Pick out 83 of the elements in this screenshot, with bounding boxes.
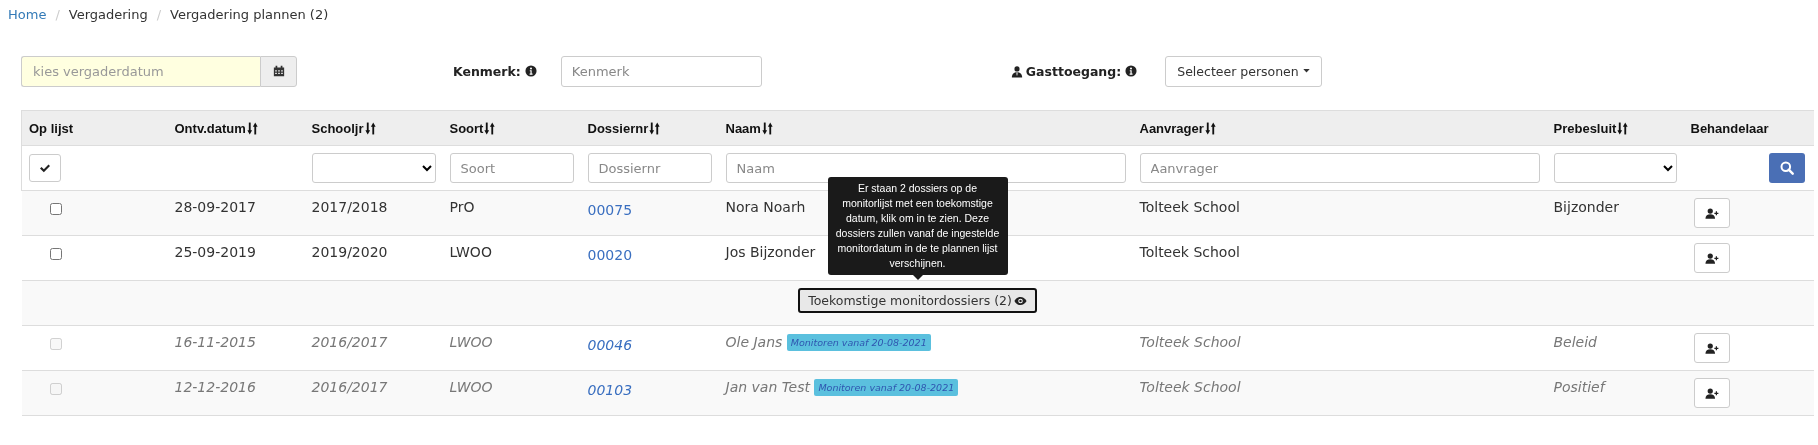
column-header[interactable]: Prebesluit bbox=[1553, 121, 1617, 137]
sort-icon bbox=[364, 122, 376, 136]
column-header[interactable]: Schooljr bbox=[311, 121, 364, 137]
sort-icon bbox=[761, 122, 773, 136]
tooltip: Er staan 2 dossiers op de monitorlijst met een toekomstige datum, klik om in te zien. Deze dossiers zullen vanaf de ingestelde monitordatum in de te plannen lijst verschijnen. bbox=[827, 177, 1008, 275]
sort-icon bbox=[1617, 122, 1629, 136]
table-cell: Jos Bijzonder bbox=[725, 244, 816, 260]
user-plus-icon bbox=[1704, 387, 1719, 399]
table-cell: 25-09-2019 bbox=[174, 244, 256, 260]
info-icon bbox=[524, 65, 537, 77]
table-cell: PrO bbox=[449, 199, 475, 215]
field-label: Gasttoegang: bbox=[1025, 63, 1122, 79]
dossier-link[interactable]: 00020 bbox=[587, 247, 633, 263]
dossier-link[interactable]: 00075 bbox=[587, 202, 633, 218]
table-cell: 12-12-2016 bbox=[174, 379, 256, 395]
field-label: Kenmerk: bbox=[453, 63, 521, 79]
table-cell: 16-11-2015 bbox=[174, 334, 256, 350]
table-cell: 2016/2017 bbox=[311, 334, 388, 350]
info-icon bbox=[1125, 65, 1138, 77]
sort-icon bbox=[649, 122, 661, 136]
column-header[interactable]: Soort bbox=[449, 121, 484, 137]
user-plus-icon bbox=[1704, 252, 1719, 264]
breadcrumb-link[interactable]: Home bbox=[8, 6, 47, 22]
check-all-button[interactable] bbox=[29, 154, 61, 182]
table-cell: Tolteek School bbox=[1139, 199, 1240, 215]
monitor-badge: Monitoren vanaf 20-08-2021 bbox=[814, 379, 959, 396]
column-header[interactable]: Ontv.datum bbox=[174, 121, 246, 137]
check-icon bbox=[39, 163, 51, 173]
breadcrumb-separator: / bbox=[55, 6, 60, 22]
breadcrumb-separator: / bbox=[156, 6, 162, 22]
search-button[interactable] bbox=[1768, 153, 1805, 183]
column-header: Op lijst bbox=[29, 121, 74, 137]
table-cell: Tolteek School bbox=[1139, 244, 1240, 260]
table-cell: Nora Noarh bbox=[725, 199, 806, 215]
user-plus-icon bbox=[1704, 207, 1719, 219]
search-icon bbox=[1779, 161, 1794, 175]
assign-handler-button[interactable] bbox=[1693, 243, 1730, 273]
table-cell: LWOO bbox=[449, 379, 493, 395]
breadcrumb-item: Vergadering plannen (2) bbox=[170, 6, 329, 22]
filter-field[interactable]: Aanvrager bbox=[1139, 153, 1540, 183]
table-cell: Bijzonder bbox=[1553, 199, 1619, 215]
user-icon bbox=[1010, 64, 1023, 78]
user-plus-icon bbox=[1704, 342, 1719, 354]
breadcrumb-item: Vergadering bbox=[68, 6, 148, 22]
future-dossiers-button[interactable]: Toekomstige monitordossiers (2) bbox=[798, 288, 1037, 313]
column-header: Behandelaar bbox=[1690, 121, 1769, 137]
column-header[interactable]: Dossiernr bbox=[587, 121, 649, 137]
dossier-link[interactable]: 00046 bbox=[587, 337, 633, 353]
row-checkbox[interactable] bbox=[49, 203, 62, 215]
row-checkbox[interactable] bbox=[49, 248, 62, 260]
assign-handler-button[interactable] bbox=[1693, 378, 1730, 408]
table-cell: 2019/2020 bbox=[311, 244, 388, 260]
sort-icon bbox=[246, 122, 258, 136]
table-cell: Ole Jans bbox=[725, 334, 783, 350]
monitor-badge: Monitoren vanaf 20-08-2021 bbox=[786, 334, 931, 351]
select-persons-button[interactable]: Selecteer personen bbox=[1165, 55, 1322, 87]
table-cell: Beleid bbox=[1553, 334, 1597, 350]
table-cell: Tolteek School bbox=[1139, 379, 1241, 395]
table-cell: 2017/2018 bbox=[311, 199, 388, 215]
tooltip-arrow bbox=[912, 275, 923, 280]
table-cell: Tolteek School bbox=[1139, 334, 1241, 350]
calendar-icon bbox=[272, 65, 285, 77]
assign-handler-button[interactable] bbox=[1693, 198, 1730, 228]
date-field[interactable]: kies vergaderdatum bbox=[21, 55, 260, 87]
assign-handler-button[interactable] bbox=[1693, 333, 1730, 363]
sort-icon bbox=[1204, 122, 1216, 136]
calendar-button[interactable] bbox=[260, 55, 297, 87]
table-cell: 28-09-2017 bbox=[174, 199, 256, 215]
column-header[interactable]: Naam bbox=[725, 121, 761, 137]
table-cell: 2016/2017 bbox=[311, 379, 388, 395]
kenmerk-field[interactable]: Kenmerk bbox=[560, 55, 762, 87]
table-cell: Positief bbox=[1553, 379, 1605, 395]
eye-icon bbox=[1013, 295, 1027, 306]
filter-field[interactable]: Soort bbox=[449, 153, 574, 183]
filter-field[interactable]: Naam bbox=[725, 153, 1126, 183]
table-cell: LWOO bbox=[449, 334, 493, 350]
dossier-link[interactable]: 00103 bbox=[587, 382, 633, 398]
column-header[interactable]: Aanvrager bbox=[1139, 121, 1204, 137]
table-cell: Jan van Test bbox=[725, 379, 810, 395]
filter-field[interactable]: Dossiernr bbox=[587, 153, 712, 183]
sort-icon bbox=[484, 122, 496, 136]
table-cell: LWOO bbox=[449, 244, 492, 260]
caret-icon bbox=[1302, 69, 1310, 73]
